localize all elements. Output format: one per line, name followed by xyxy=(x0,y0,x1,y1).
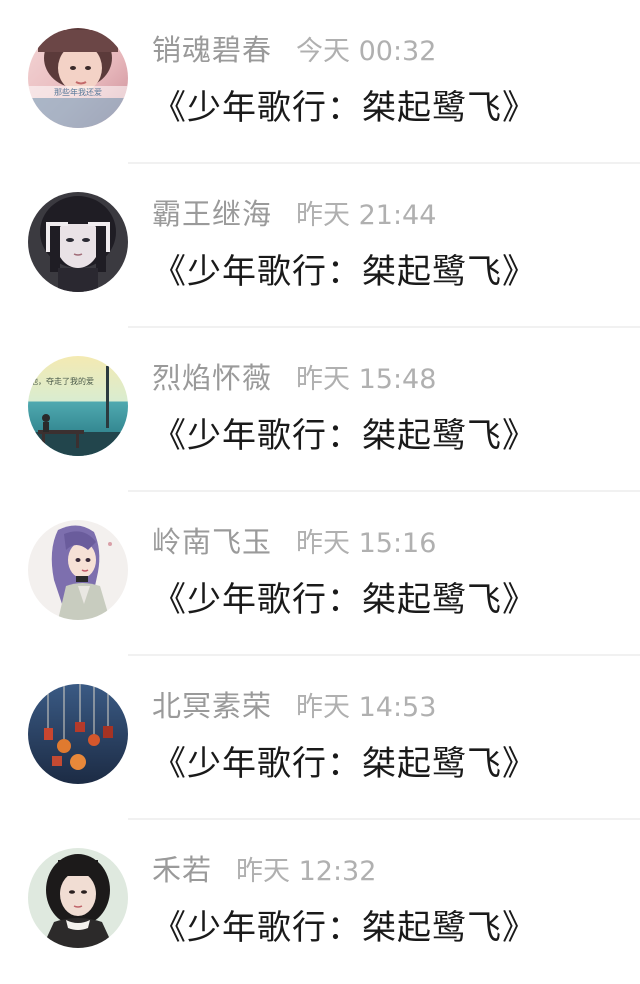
timestamp: 今天 00:32 xyxy=(296,35,437,67)
avatar-image xyxy=(28,520,128,620)
timestamp: 昨天 14:53 xyxy=(296,691,437,723)
timestamp: 昨天 15:16 xyxy=(296,527,437,559)
comment-text: 《少年歌行：桀起鹭飞》 xyxy=(152,88,537,128)
username[interactable]: 北冥素荣 xyxy=(152,683,272,725)
avatar-caption: 他，夺走了我的爱 xyxy=(30,376,94,386)
comment-meta: 岭南飞玉 昨天 15:16 xyxy=(152,520,436,560)
username[interactable]: 烈焰怀薇 xyxy=(152,355,272,397)
comment-meta: 烈焰怀薇 昨天 15:48 xyxy=(152,356,436,396)
avatar-image xyxy=(28,684,128,784)
timestamp: 昨天 12:32 xyxy=(236,855,377,887)
avatar-image: 他，夺走了我的爱 xyxy=(28,356,128,456)
comment-item[interactable]: 他，夺走了我的爱 烈焰怀薇 昨天 15:48 《少年歌行：桀起鹭飞》 xyxy=(0,328,640,492)
avatar[interactable] xyxy=(28,520,128,620)
comment-text: 《少年歌行：桀起鹭飞》 xyxy=(152,580,537,620)
comment-text: 《少年歌行：桀起鹭飞》 xyxy=(152,416,537,456)
timestamp: 昨天 15:48 xyxy=(296,363,437,395)
username[interactable]: 销魂碧春 xyxy=(152,27,272,69)
comment-meta: 北冥素荣 昨天 14:53 xyxy=(152,684,436,724)
avatar[interactable] xyxy=(28,192,128,292)
comment-list: 那些年我还爱 销魂碧春 今天 00:32 《少年歌行：桀起鹭飞》 霸王继海 昨天… xyxy=(0,0,640,966)
avatar-image xyxy=(28,192,128,292)
comment-text: 《少年歌行：桀起鹭飞》 xyxy=(152,744,537,784)
comment-text: 《少年歌行：桀起鹭飞》 xyxy=(152,252,537,292)
avatar[interactable]: 他，夺走了我的爱 xyxy=(28,356,128,456)
comment-item[interactable]: 北冥素荣 昨天 14:53 《少年歌行：桀起鹭飞》 xyxy=(0,656,640,820)
comment-text: 《少年歌行：桀起鹭飞》 xyxy=(152,908,537,948)
comment-meta: 销魂碧春 今天 00:32 xyxy=(152,28,436,68)
comment-meta: 霸王继海 昨天 21:44 xyxy=(152,192,436,232)
username[interactable]: 岭南飞玉 xyxy=(152,519,272,561)
avatar-caption: 那些年我还爱 xyxy=(54,87,102,97)
comment-item[interactable]: 那些年我还爱 销魂碧春 今天 00:32 《少年歌行：桀起鹭飞》 xyxy=(0,0,640,164)
comment-meta: 禾若 昨天 12:32 xyxy=(152,848,376,888)
username[interactable]: 霸王继海 xyxy=(152,191,272,233)
avatar-image xyxy=(28,848,128,948)
avatar[interactable] xyxy=(28,848,128,948)
avatar[interactable]: 那些年我还爱 xyxy=(28,28,128,128)
username[interactable]: 禾若 xyxy=(152,847,212,889)
avatar[interactable] xyxy=(28,684,128,784)
timestamp: 昨天 21:44 xyxy=(296,199,437,231)
comment-item[interactable]: 岭南飞玉 昨天 15:16 《少年歌行：桀起鹭飞》 xyxy=(0,492,640,656)
avatar-image: 那些年我还爱 xyxy=(28,28,128,128)
comment-item[interactable]: 禾若 昨天 12:32 《少年歌行：桀起鹭飞》 xyxy=(0,820,640,984)
comment-item[interactable]: 霸王继海 昨天 21:44 《少年歌行：桀起鹭飞》 xyxy=(0,164,640,328)
